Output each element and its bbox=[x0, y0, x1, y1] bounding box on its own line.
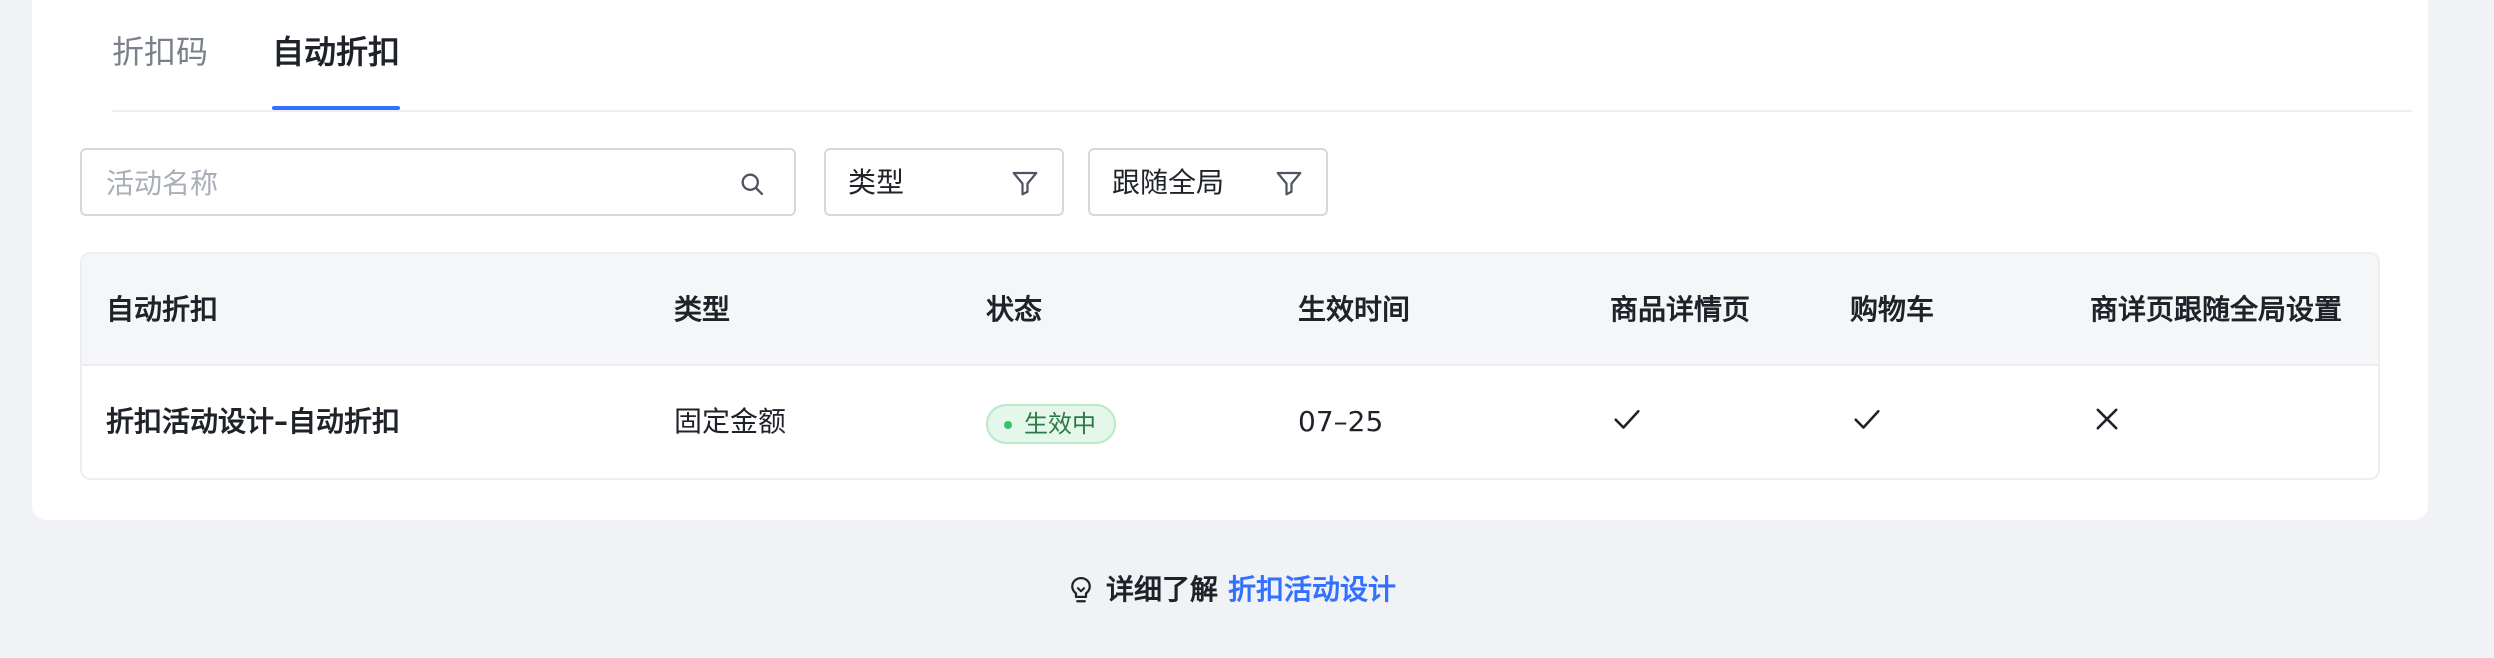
search-icon[interactable] bbox=[738, 170, 766, 198]
tab-bar: 折扣码 自动折扣 bbox=[112, 0, 2412, 112]
type-filter[interactable]: 类型 bbox=[824, 148, 1064, 216]
status-text: 生效中 bbox=[1024, 410, 1096, 438]
follow-global-filter-label: 跟随全局 bbox=[1112, 166, 1225, 199]
tab-auto-discount[interactable]: 自动折扣 bbox=[272, 28, 400, 76]
column-header: 购物车 bbox=[1850, 293, 1935, 326]
type-filter-label: 类型 bbox=[848, 166, 905, 199]
footer-text: 详细了解 bbox=[1106, 573, 1219, 606]
follow-global-filter[interactable]: 跟随全局 bbox=[1088, 148, 1328, 216]
filter-icon bbox=[1276, 171, 1302, 196]
column-header: 生效时间 bbox=[1298, 293, 1411, 326]
main-card: 折扣码 自动折扣 类型 跟随全局 自动折扣 类型 状态 生效时间 商品详情页 购… bbox=[32, 0, 2428, 520]
effective-time: 07–25 bbox=[1298, 405, 1384, 438]
status-dot bbox=[1004, 421, 1012, 429]
discount-table: 自动折扣 类型 状态 生效时间 商品详情页 购物车 商详页跟随全局设置 折扣活动… bbox=[80, 252, 2380, 480]
table-row[interactable]: 折扣活动设计–自动折扣 固定金额 生效中 07–25 bbox=[82, 366, 2378, 478]
column-header: 状态 bbox=[986, 293, 1043, 326]
tab-discount-code[interactable]: 折扣码 bbox=[112, 28, 208, 76]
filter-icon bbox=[1012, 171, 1038, 196]
column-header: 商品详情页 bbox=[1610, 293, 1751, 326]
discount-type: 固定金额 bbox=[674, 405, 787, 438]
column-header: 类型 bbox=[674, 293, 731, 326]
discount-name[interactable]: 折扣活动设计–自动折扣 bbox=[106, 402, 400, 442]
column-header: 自动折扣 bbox=[106, 293, 219, 326]
column-header: 商详页跟随全局设置 bbox=[2090, 293, 2343, 326]
check-icon bbox=[1854, 409, 1880, 429]
close-icon bbox=[2096, 408, 2118, 430]
search-input[interactable] bbox=[104, 160, 708, 206]
active-tab-indicator bbox=[272, 106, 400, 110]
status-badge: 生效中 bbox=[986, 404, 1116, 444]
check-icon bbox=[1614, 409, 1640, 429]
lightbulb-icon bbox=[1071, 577, 1091, 603]
search-box[interactable] bbox=[80, 148, 796, 216]
table-header: 自动折扣 类型 状态 生效时间 商品详情页 购物车 商详页跟随全局设置 bbox=[82, 254, 2378, 366]
learn-more-link[interactable]: 折扣活动设计 bbox=[1228, 566, 1396, 614]
